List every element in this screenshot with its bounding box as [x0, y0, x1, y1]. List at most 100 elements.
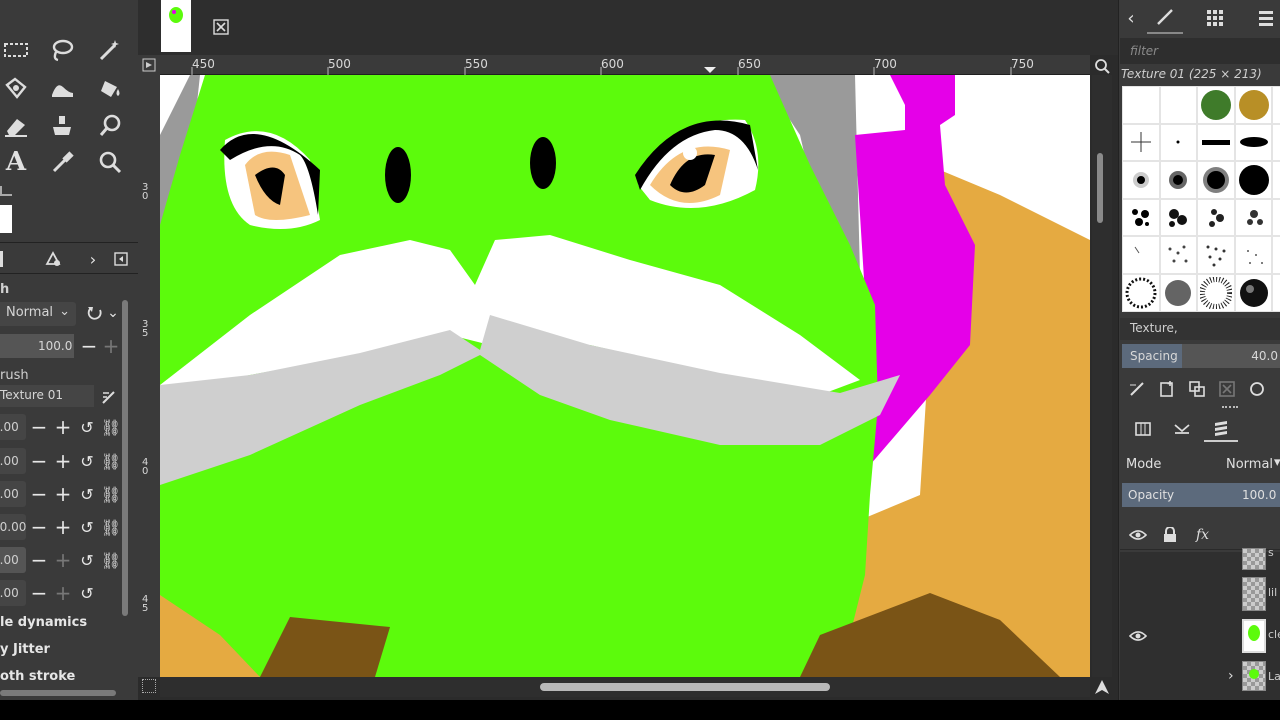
edit-brush-icon[interactable] [98, 386, 120, 408]
channels-tab-icon[interactable] [1126, 416, 1160, 442]
layer-row-selected[interactable]: cle [1120, 616, 1280, 656]
link-icon[interactable]: ⛓ [100, 416, 122, 438]
close-tab-icon[interactable] [211, 17, 231, 37]
apply-jitter-label[interactable]: y Jitter [0, 642, 50, 657]
scroll-thumb[interactable] [1097, 153, 1103, 223]
link-icon[interactable]: ⛓ [100, 516, 122, 538]
edit-brush-icon[interactable] [1122, 376, 1152, 402]
brush-item[interactable] [1272, 236, 1280, 274]
minus-icon[interactable]: − [78, 334, 100, 358]
reset-icon[interactable]: ↺ [76, 483, 98, 505]
brush-item[interactable] [1159, 86, 1198, 124]
chevron-left-icon[interactable]: ‹ [1119, 2, 1143, 34]
brush-item[interactable] [1234, 198, 1273, 237]
brush-item[interactable] [1272, 273, 1280, 312]
option-value-field[interactable]: 0.00 [0, 547, 26, 573]
brush-item[interactable] [1159, 123, 1198, 162]
spacing-slider[interactable]: Spacing 40.0 [1122, 344, 1280, 368]
eye-icon[interactable] [1128, 626, 1148, 646]
option-value-field[interactable]: 40.00 [0, 514, 26, 540]
text-tool[interactable]: A [0, 146, 32, 178]
minus-icon[interactable]: − [28, 548, 50, 572]
minus-icon[interactable]: − [28, 515, 50, 539]
zoom-tool[interactable] [94, 146, 126, 178]
brush-item[interactable] [1197, 273, 1235, 312]
opacity-field[interactable]: 100.0 [0, 334, 74, 358]
brush-item[interactable] [1197, 161, 1235, 199]
brush-item[interactable] [1122, 273, 1160, 312]
new-brush-icon[interactable] [1152, 376, 1182, 402]
duplicate-brush-icon[interactable] [1182, 376, 1212, 402]
clone-tool[interactable] [46, 110, 78, 142]
color-picker-tool[interactable] [46, 146, 78, 178]
plus-icon[interactable]: + [52, 581, 74, 605]
fonts-tab-icon[interactable] [1247, 2, 1280, 34]
brush-tags-field[interactable]: Texture, [1120, 318, 1280, 340]
brush-item[interactable] [1159, 161, 1198, 199]
reset-icon[interactable]: ↺ [76, 582, 98, 604]
brush-item[interactable] [1159, 198, 1198, 237]
smudge-tool[interactable] [94, 110, 126, 142]
plus-icon[interactable]: + [52, 415, 74, 439]
brush-item[interactable] [1197, 236, 1235, 274]
brush-item[interactable] [1122, 123, 1160, 162]
vertical-ruler[interactable]: 30 35 40 45 [138, 75, 160, 677]
brush-item[interactable] [1159, 273, 1198, 312]
link-icon[interactable]: ⛓ [100, 549, 122, 571]
minus-icon[interactable]: − [28, 482, 50, 506]
brush-filter-input[interactable]: filter [1120, 38, 1280, 64]
canvas-horizontal-scrollbar[interactable] [160, 677, 1090, 697]
plus-icon[interactable]: + [52, 482, 74, 506]
minus-icon[interactable]: − [28, 449, 50, 473]
brush-item[interactable] [1234, 123, 1273, 162]
image-tab-thumbnail[interactable] [161, 0, 191, 52]
plus-icon[interactable]: + [52, 515, 74, 539]
device-status-icon[interactable] [42, 248, 64, 270]
chevron-right-icon[interactable]: › [1228, 668, 1234, 684]
option-value-field[interactable]: 0.00 [0, 580, 26, 606]
patterns-tab-icon[interactable] [1197, 2, 1233, 34]
toolbox-bottom-scrollbar[interactable] [0, 690, 116, 696]
paths-tab-icon[interactable] [1160, 416, 1204, 442]
warp-tool[interactable] [46, 72, 78, 104]
delete-brush-icon[interactable] [1212, 376, 1242, 402]
plus-icon[interactable]: + [52, 548, 74, 572]
panel-menu-icon[interactable] [110, 248, 132, 270]
background-color-swatch[interactable] [0, 205, 12, 233]
chevron-down-icon[interactable]: ⌄ [102, 302, 124, 324]
brush-item[interactable] [1234, 236, 1273, 274]
brush-item[interactable] [1122, 198, 1160, 237]
eye-icon[interactable] [1128, 525, 1148, 545]
option-value-field[interactable]: 0.00 [0, 448, 26, 474]
brushes-tab-icon[interactable] [1147, 2, 1183, 34]
brush-item[interactable] [1122, 86, 1160, 124]
brush-item[interactable] [1159, 236, 1198, 274]
apply-dynamics-label[interactable]: le dynamics [0, 615, 87, 630]
brush-item[interactable] [1234, 161, 1273, 199]
horizontal-ruler[interactable]: 450 500 550 600 650 700 750 [160, 55, 1090, 75]
smooth-stroke-label[interactable]: oth stroke [0, 669, 75, 684]
fuzzy-select-tool[interactable] [94, 34, 126, 66]
transform-tool[interactable] [0, 72, 32, 104]
brush-item[interactable] [1234, 273, 1273, 312]
ruler-corner-menu[interactable] [138, 55, 160, 75]
brush-item[interactable] [1272, 161, 1280, 199]
minus-icon[interactable]: − [28, 581, 50, 605]
fx-icon[interactable]: fx [1196, 527, 1209, 543]
brush-item[interactable] [1197, 86, 1235, 124]
reset-icon[interactable]: ↺ [76, 450, 98, 472]
option-value-field[interactable]: 0.00 [0, 414, 26, 440]
layer-mode-row[interactable]: Mode Normal ▾ [1120, 452, 1280, 478]
rect-select-tool[interactable] [0, 34, 32, 66]
reset-icon[interactable]: ↺ [76, 416, 98, 438]
zoom-toggle-icon[interactable] [1092, 56, 1112, 76]
brush-item[interactable] [1234, 86, 1273, 124]
refresh-brushes-icon[interactable] [1242, 376, 1272, 402]
link-icon[interactable]: ⛓ [100, 483, 122, 505]
toolbox-scrollbar[interactable] [122, 300, 128, 616]
bucket-fill-tool[interactable] [94, 72, 126, 104]
brush-select[interactable]: Texture 01 [0, 385, 94, 407]
plus-icon[interactable]: + [100, 334, 122, 358]
navigate-icon[interactable] [1092, 677, 1112, 697]
lock-icon[interactable] [1160, 525, 1180, 545]
